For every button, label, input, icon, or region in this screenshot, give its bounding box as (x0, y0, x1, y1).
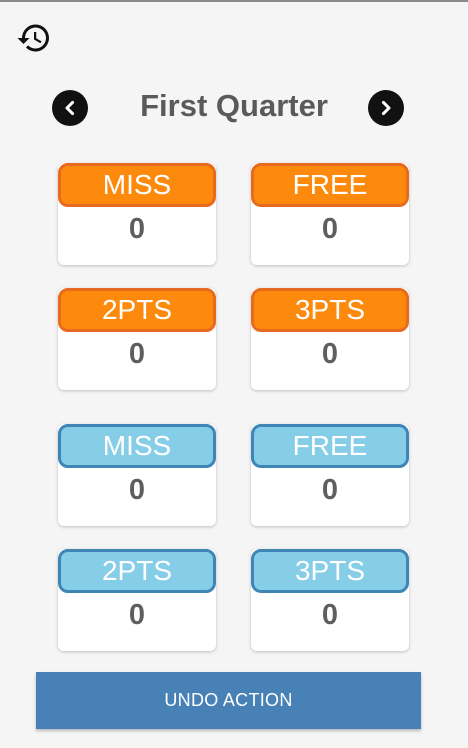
blue-2pts-button[interactable]: 2PTS (58, 549, 216, 593)
quarter-nav: First Quarter (0, 84, 468, 132)
blue-3pts-button[interactable]: 3PTS (251, 549, 409, 593)
orange-free-count: 0 (321, 213, 339, 245)
blue-2pts-count: 0 (128, 599, 146, 631)
chevron-right-icon[interactable] (368, 90, 404, 126)
orange-3pts-card[interactable]: 3PTS 0 (251, 288, 409, 390)
blue-miss-count: 0 (128, 474, 146, 506)
blue-free-card[interactable]: FREE 0 (251, 424, 409, 526)
orange-2pts-button[interactable]: 2PTS (58, 288, 216, 332)
blue-free-count: 0 (321, 474, 339, 506)
orange-2pts-card[interactable]: 2PTS 0 (58, 288, 216, 390)
chevron-left-icon[interactable] (52, 90, 88, 126)
orange-miss-card[interactable]: MISS 0 (58, 163, 216, 265)
blue-3pts-card[interactable]: 3PTS 0 (251, 549, 409, 651)
orange-3pts-button[interactable]: 3PTS (251, 288, 409, 332)
orange-miss-button[interactable]: MISS (58, 163, 216, 207)
blue-free-button[interactable]: FREE (251, 424, 409, 468)
orange-free-button[interactable]: FREE (251, 163, 409, 207)
blue-3pts-count: 0 (321, 599, 339, 631)
blue-miss-card[interactable]: MISS 0 (58, 424, 216, 526)
undo-action-button[interactable]: UNDO ACTION (36, 672, 421, 729)
blue-miss-button[interactable]: MISS (58, 424, 216, 468)
blue-2pts-card[interactable]: 2PTS 0 (58, 549, 216, 651)
orange-2pts-count: 0 (128, 338, 146, 370)
quarter-title: First Quarter (140, 88, 328, 123)
orange-3pts-count: 0 (321, 338, 339, 370)
history-icon[interactable] (14, 19, 54, 57)
orange-miss-count: 0 (128, 213, 146, 245)
orange-free-card[interactable]: FREE 0 (251, 163, 409, 265)
